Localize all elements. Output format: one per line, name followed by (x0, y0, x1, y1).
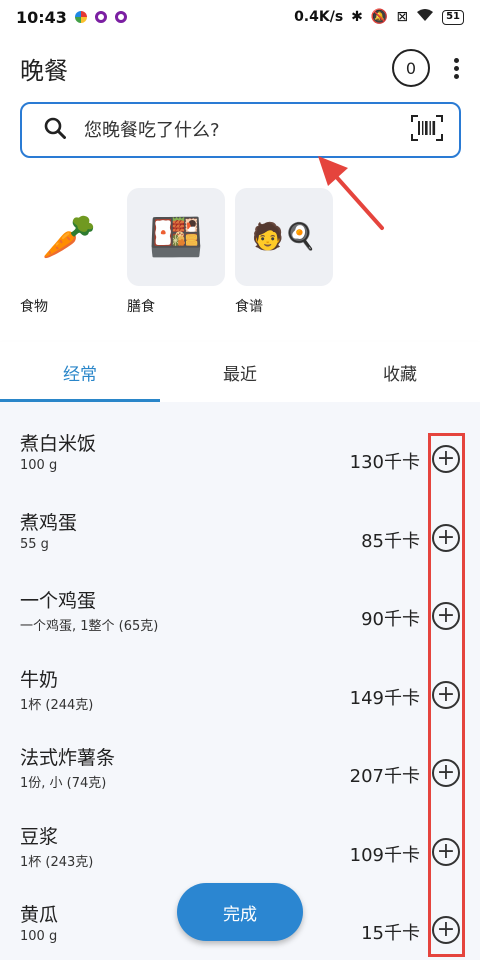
food-calories: 90千卡 (361, 609, 420, 630)
list-item[interactable]: 煮鸡蛋 55 g 85千卡 + (0, 511, 480, 590)
category-food[interactable]: 🥕 食物 (20, 188, 118, 316)
food-calories: 85千卡 (361, 530, 420, 552)
status-time: 10:43 (16, 7, 67, 27)
food-list: 煮白米饭 100 g 130千卡 + 煮鸡蛋 55 g 85千卡 + 一个鸡蛋 … (0, 402, 480, 960)
more-options-icon[interactable] (452, 57, 460, 79)
selected-count-button[interactable]: 0 (392, 49, 430, 87)
food-name: 牛奶 (20, 668, 59, 691)
food-serving: 1杯 (244克) (20, 697, 94, 713)
food-name: 煮白米饭 (20, 433, 97, 455)
barcode-scan-icon[interactable] (411, 115, 443, 145)
done-button[interactable]: 完成 (177, 883, 303, 941)
food-serving: 一个鸡蛋, 1整个 (65克) (20, 619, 159, 634)
search-icon (44, 117, 66, 143)
annotation-highlight-box (428, 433, 465, 957)
app-notification-icon (74, 11, 87, 23)
food-calories: 149千卡 (349, 687, 420, 709)
status-bar: 10:43 0.4K/s ✱ 🔕 ⊠ 51 (0, 0, 480, 34)
carrot-icon: 🥕 (20, 188, 118, 286)
app-notification-icon (94, 11, 107, 23)
sim-off-icon: ⊠ (396, 9, 409, 25)
category-label: 膳食 (127, 299, 155, 315)
food-calories: 15千卡 (361, 923, 420, 944)
app-header: 晚餐 0 (0, 34, 480, 102)
category-recipes[interactable]: 🧑🍳 食谱 (235, 188, 333, 316)
food-name: 法式炸薯条 (20, 747, 116, 769)
search-input[interactable] (84, 119, 411, 141)
cook-icon: 🧑🍳 (235, 188, 333, 286)
bento-box-icon: 🍱 (127, 188, 225, 286)
food-serving: 55 g (20, 536, 49, 552)
food-serving: 1杯 (243克) (20, 854, 94, 870)
food-search-bar[interactable] (20, 102, 461, 158)
wifi-icon (416, 8, 434, 26)
food-serving: 1份, 小 (74克) (20, 776, 107, 791)
food-calories: 207千卡 (349, 766, 420, 787)
mute-bell-icon: 🔕 (370, 9, 389, 25)
food-name: 煮鸡蛋 (20, 511, 78, 534)
tab-recent[interactable]: 最近 (160, 342, 320, 402)
list-item[interactable]: 一个鸡蛋 一个鸡蛋, 1整个 (65克) 90千卡 + (0, 589, 480, 668)
battery-icon: 51 (442, 9, 464, 25)
network-speed: 0.4K/s (294, 9, 344, 25)
list-item[interactable]: 牛奶 1杯 (244克) 149千卡 + (0, 668, 480, 747)
food-calories: 109千卡 (349, 844, 420, 866)
food-serving: 100 g (20, 458, 58, 473)
tab-frequent[interactable]: 经常 (0, 342, 160, 402)
app-notification-icon (114, 11, 127, 23)
tab-bar: 经常 最近 收藏 (0, 342, 480, 402)
tab-favorites[interactable]: 收藏 (320, 342, 480, 402)
food-calories: 130千卡 (349, 452, 420, 473)
category-label: 食物 (20, 299, 48, 315)
list-item[interactable]: 煮白米饭 100 g 130千卡 + (0, 432, 480, 511)
category-label: 食谱 (235, 299, 263, 315)
status-bar-left: 10:43 (16, 8, 127, 27)
list-item[interactable]: 法式炸薯条 1份, 小 (74克) 207千卡 + (0, 746, 480, 825)
category-meals[interactable]: 🍱 膳食 (127, 188, 225, 316)
food-name: 一个鸡蛋 (20, 590, 97, 612)
bluetooth-icon: ✱ (351, 9, 363, 25)
page-title: 晚餐 (20, 56, 68, 85)
food-name: 豆浆 (20, 825, 59, 848)
status-bar-right: 0.4K/s ✱ 🔕 ⊠ 51 (294, 8, 464, 26)
